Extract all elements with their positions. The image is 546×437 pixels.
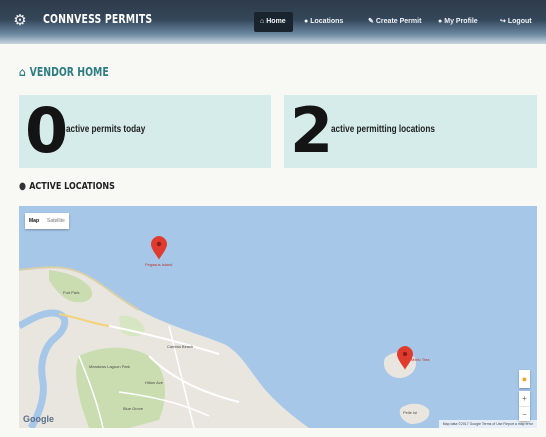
navbar: ⚙ CONNVESS PERMITS ⌂ Home ● Locations ✎ Cre… bbox=[0, 0, 546, 44]
map-marker-icon: ● bbox=[19, 181, 26, 192]
stat-card-permits: 0 active permits today bbox=[19, 95, 271, 168]
nav-home[interactable]: ⌂ Home bbox=[254, 12, 293, 32]
place-label: Cambia Beach bbox=[167, 344, 194, 349]
map-pin-pegasus[interactable] bbox=[151, 236, 167, 260]
map-type-map[interactable]: Map bbox=[25, 213, 43, 229]
nav-my-profile[interactable]: ● My Profile bbox=[432, 12, 484, 32]
nav-my-profile-label: My Profile bbox=[444, 18, 478, 25]
active-locations-title: ACTIVE LOCATIONS bbox=[29, 181, 115, 192]
gear-icon[interactable]: ⚙ bbox=[12, 13, 28, 29]
nav-create-permit[interactable]: ✎ Create Permit bbox=[362, 12, 427, 32]
map-canvas[interactable] bbox=[19, 206, 537, 428]
place-label: Pelle Isl bbox=[403, 410, 418, 415]
nav-create-permit-label: Create Permit bbox=[375, 18, 422, 25]
stat-card-locations: 2 active permitting locations bbox=[284, 95, 537, 168]
brand-name[interactable]: CONNVESS PERMITS bbox=[43, 12, 152, 26]
active-locations-heading: ● ACTIVE LOCATIONS bbox=[19, 181, 115, 195]
map-pin-icon: ● bbox=[304, 18, 309, 25]
locations-map[interactable]: Map Satellite Pegasus Island Meitu Tiea … bbox=[19, 206, 537, 428]
place-label: Blue Grove bbox=[123, 406, 144, 411]
home-icon: ⌂ bbox=[260, 18, 265, 25]
place-label: Meadows Lagoon Park bbox=[89, 364, 130, 369]
google-logo: Google bbox=[23, 414, 54, 424]
nav-logout[interactable]: ↪ Logout bbox=[494, 12, 538, 32]
home-icon: ⌂ bbox=[19, 65, 26, 79]
user-icon: ● bbox=[438, 18, 443, 25]
nav-locations-label: Locations bbox=[310, 18, 344, 25]
street-view-pegman-icon[interactable]: ● bbox=[519, 370, 530, 388]
nav-locations[interactable]: ● Locations bbox=[298, 12, 349, 32]
page-title-text: VENDOR HOME bbox=[29, 65, 109, 79]
stat-value: 0 bbox=[25, 94, 69, 167]
nav-home-label: Home bbox=[266, 18, 286, 25]
page-title: ⌂ VENDOR HOME bbox=[19, 65, 109, 81]
stat-value: 2 bbox=[290, 94, 334, 167]
map-type-control: Map Satellite bbox=[25, 213, 69, 229]
nav-logout-label: Logout bbox=[507, 18, 532, 25]
zoom-in-button[interactable]: + bbox=[519, 391, 530, 406]
pencil-icon: ✎ bbox=[368, 18, 374, 25]
zoom-out-button[interactable]: − bbox=[519, 406, 530, 421]
stat-label: active permitting locations bbox=[331, 124, 435, 135]
stat-label: active permits today bbox=[66, 124, 146, 135]
logout-icon: ↪ bbox=[500, 18, 506, 25]
pin-label: Pegasus Island bbox=[145, 262, 173, 267]
place-label: Hilton Ave bbox=[145, 380, 163, 385]
pin-label: Meitu Tiea bbox=[411, 357, 430, 362]
place-label: Fort Park bbox=[63, 290, 80, 295]
zoom-control: + − bbox=[519, 391, 530, 421]
map-type-satellite[interactable]: Satellite bbox=[43, 213, 69, 229]
